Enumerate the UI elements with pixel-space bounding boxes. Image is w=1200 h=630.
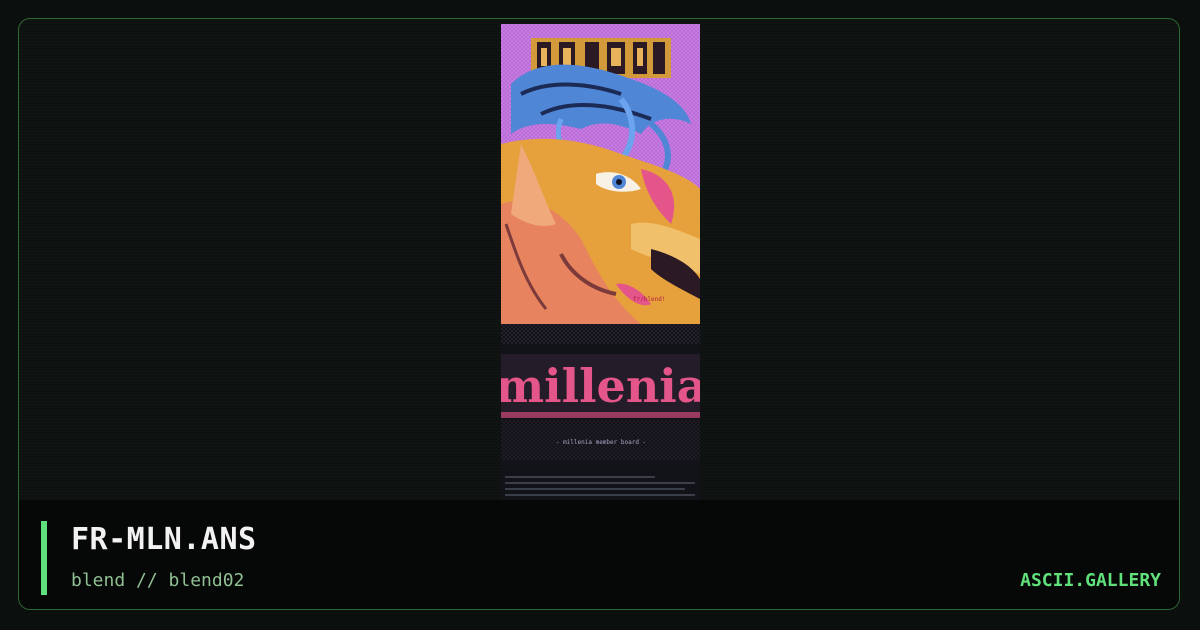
gallery-card: fr/blend! millenia - millenia member boa… bbox=[18, 18, 1180, 610]
art-logo-text: millenia bbox=[501, 359, 700, 413]
accent-bar bbox=[41, 521, 47, 595]
artwork-subtitle: blend // blend02 bbox=[71, 570, 245, 591]
art-signature: fr/blend! bbox=[633, 296, 666, 303]
ansi-artwork-preview[interactable]: fr/blend! millenia - millenia member boa… bbox=[501, 24, 700, 500]
art-caption: - millenia member board - bbox=[556, 439, 646, 446]
footer-bar: FR-MLN.ANS blend // blend02 ASCII.GALLER… bbox=[19, 500, 1179, 609]
ansi-artwork-image: fr/blend! millenia - millenia member boa… bbox=[501, 24, 700, 500]
art-millenia-logo: millenia bbox=[501, 354, 700, 418]
artwork-title: FR-MLN.ANS bbox=[71, 522, 257, 557]
site-link[interactable]: ASCII.GALLERY bbox=[1020, 570, 1161, 591]
